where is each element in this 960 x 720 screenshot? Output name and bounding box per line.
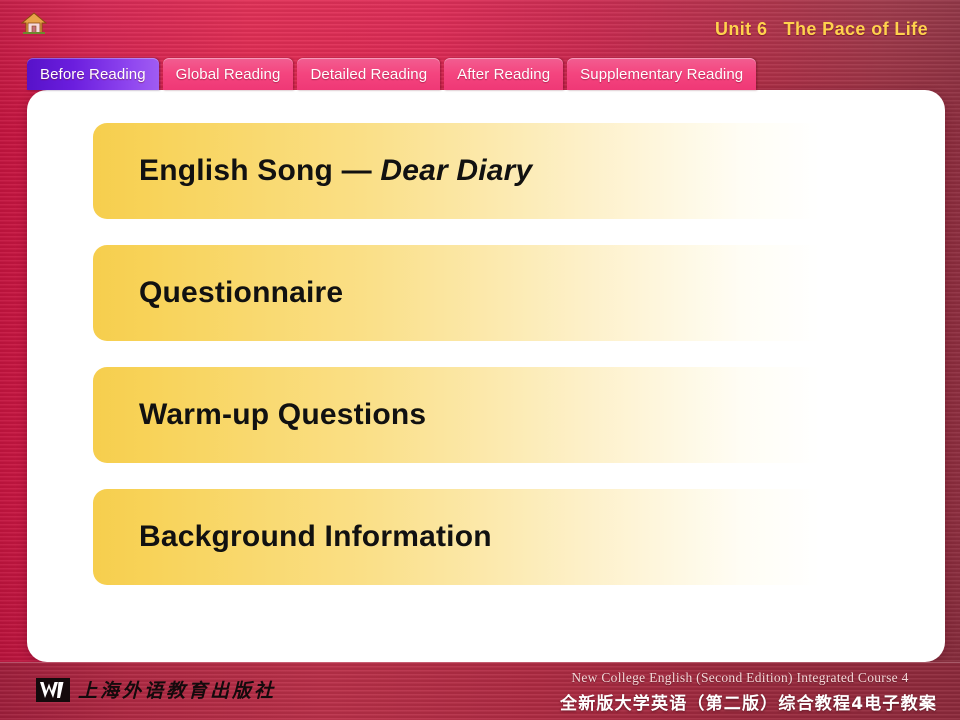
menu-list: English Song — Dear Diary Questionnaire …: [93, 123, 883, 585]
page-title: Unit 6 The Pace of Life: [714, 19, 928, 39]
publisher-name: 上海外语教育出版社: [78, 680, 277, 702]
w-logo-icon: R: [36, 677, 70, 702]
menu-item-questionnaire[interactable]: Questionnaire: [93, 245, 883, 341]
tab-detailed-reading[interactable]: Detailed Reading: [297, 58, 441, 90]
menu-item-label: English Song — Dear Diary: [93, 154, 532, 188]
content-panel: English Song — Dear Diary Questionnaire …: [27, 90, 945, 662]
footer-bar: R 上海外语教育出版社 New College English (Second …: [0, 662, 960, 720]
menu-item-background-information[interactable]: Background Information: [93, 489, 883, 585]
svg-text:R: R: [66, 697, 68, 701]
course-title-en: New College English (Second Edition) Int…: [571, 670, 909, 685]
menu-item-label-italic: Dear Diary: [380, 154, 533, 187]
tab-label: Supplementary Reading: [580, 65, 744, 83]
menu-item-label: Warm-up Questions: [139, 398, 427, 431]
home-icon[interactable]: [20, 11, 48, 35]
tab-global-reading[interactable]: Global Reading: [162, 58, 294, 90]
tab-label: Global Reading: [175, 65, 281, 83]
home-icon-glyph: [20, 12, 48, 34]
tab-bar: Before Reading Global Reading Detailed R…: [27, 58, 757, 90]
tab-label: Before Reading: [40, 65, 146, 83]
tab-supplementary-reading[interactable]: Supplementary Reading: [567, 58, 757, 90]
publisher-branding: R 上海外语教育出版社: [36, 676, 276, 703]
tab-label: Detailed Reading: [310, 65, 428, 83]
menu-item-warm-up-questions[interactable]: Warm-up Questions: [93, 367, 883, 463]
tab-after-reading[interactable]: After Reading: [444, 58, 564, 90]
tab-before-reading[interactable]: Before Reading: [27, 58, 159, 90]
course-title-cn: 全新版大学英语（第二版）综合教程4电子教案: [560, 694, 938, 714]
menu-item-label: Questionnaire: [139, 276, 344, 309]
menu-item-label: Background Information: [139, 520, 492, 553]
slide-root: Unit 6 The Pace of Life Before Reading G…: [0, 0, 960, 720]
tab-label: After Reading: [457, 65, 551, 83]
menu-item-english-song[interactable]: English Song — Dear Diary: [93, 123, 883, 219]
menu-item-label-plain: English Song —: [139, 154, 381, 187]
course-branding: New College English (Second Edition) Int…: [560, 670, 938, 714]
